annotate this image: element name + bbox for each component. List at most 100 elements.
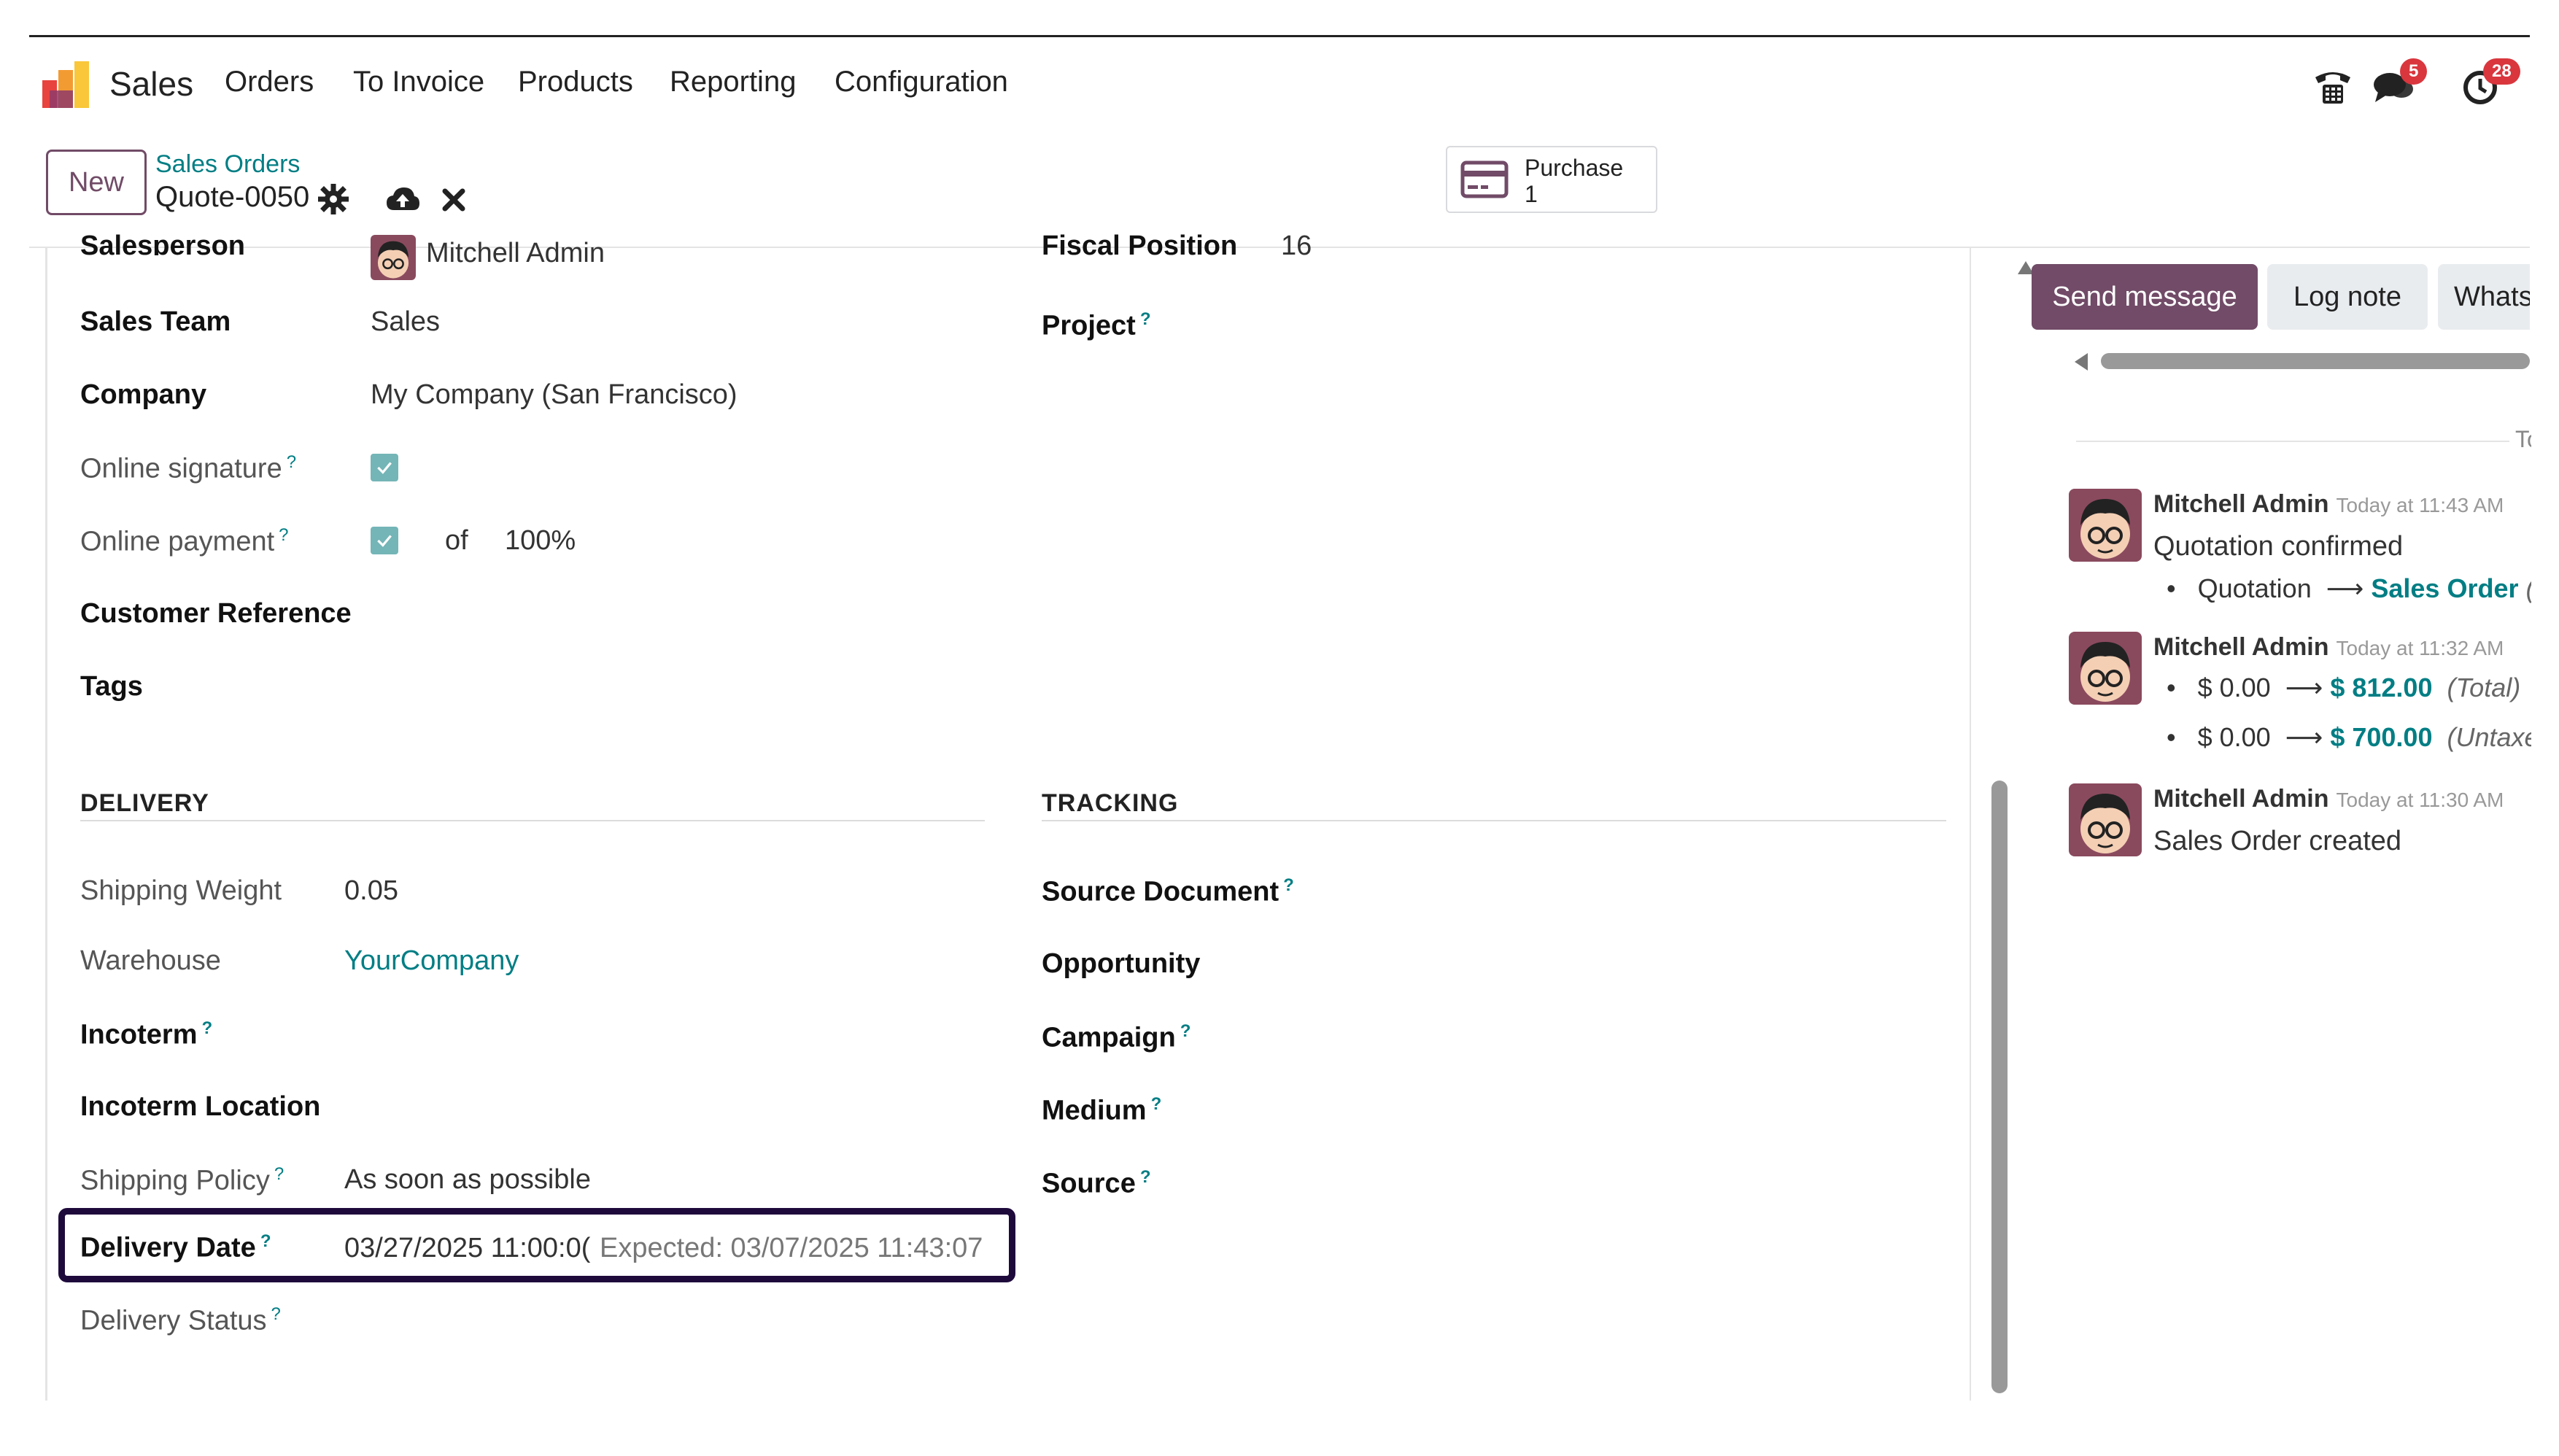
message-time: Today at 11:30 AM [2336, 789, 2504, 811]
help-tooltip-icon[interactable]: ? [201, 1018, 212, 1038]
arrow-right-icon: ⟶ [2326, 573, 2364, 603]
shipping-policy-label: Shipping Policy? [80, 1164, 284, 1197]
cloud-upload-icon[interactable] [385, 184, 420, 214]
fiscal-position-value[interactable]: 16 [1281, 233, 1312, 257]
sales-app-logo-icon[interactable] [42, 61, 93, 108]
medium-text: Medium [1042, 1095, 1147, 1126]
company-value[interactable]: My Company (San Francisco) [371, 379, 737, 411]
author-name[interactable]: Mitchell Admin [2153, 633, 2329, 661]
shipping-policy-text: Shipping Policy [80, 1165, 270, 1196]
help-tooltip-icon[interactable]: ? [1283, 875, 1294, 895]
scroll-left-arrow-icon[interactable] [2073, 352, 2089, 372]
activities-badge: 28 [2483, 58, 2520, 85]
online-payment-label: Online payment? [80, 525, 289, 558]
online-payment-percent[interactable]: 100% [505, 525, 576, 557]
credit-card-icon [1460, 160, 1509, 198]
online-signature-checkbox[interactable] [371, 454, 398, 481]
incoterm-label: Incoterm? [80, 1018, 212, 1051]
arrow-right-icon: ⟶ [2285, 722, 2323, 752]
help-tooltip-icon[interactable]: ? [271, 1304, 281, 1324]
project-text: Project [1042, 310, 1136, 341]
top-divider [29, 35, 2530, 37]
log-note-button[interactable]: Log note [2267, 264, 2428, 330]
fiscal-position-value-wrap: 16 [1281, 233, 1312, 257]
delivery-section-divider [80, 820, 985, 821]
help-tooltip-icon[interactable]: ? [1180, 1021, 1191, 1041]
arrow-right-icon: ⟶ [2285, 673, 2323, 702]
viewport-right-margin [2531, 0, 2559, 1456]
delivery-date-expected: Expected: 03/07/2025 11:43:07 [600, 1233, 983, 1263]
send-message-button[interactable]: Send message [2032, 264, 2258, 330]
message-author-avatar [2069, 489, 2142, 562]
source-label: Source? [1042, 1167, 1151, 1200]
chatter-horizontal-scrollbar[interactable] [2101, 353, 2530, 369]
breadcrumb-current: Quote-0050 [155, 181, 310, 213]
message-author-avatar [2069, 783, 2142, 856]
menu-configuration[interactable]: Configuration [835, 66, 1008, 98]
message-author: Mitchell Admin Today at 11:43 AM [2153, 490, 2504, 519]
change-old-value: $ 0.00 [2197, 722, 2271, 752]
whatsapp-button[interactable]: WhatsA [2438, 264, 2530, 330]
new-button[interactable]: New [46, 150, 147, 215]
help-tooltip-icon[interactable]: ? [1140, 1167, 1151, 1187]
online-payment-of: of [445, 525, 468, 556]
form-sheet-left-border [45, 248, 47, 1401]
messages-badge: 5 [2400, 58, 2428, 85]
delivery-status-text: Delivery Status [80, 1305, 267, 1336]
help-tooltip-icon[interactable]: ? [287, 452, 296, 472]
discard-close-icon[interactable] [442, 188, 465, 212]
delivery-date-input[interactable]: 03/27/2025 11:00:0( [344, 1233, 592, 1264]
delivery-date-label: Delivery Date? [80, 1231, 271, 1264]
menu-to-invoice[interactable]: To Invoice [353, 66, 484, 98]
message-time: Today at 11:32 AM [2336, 637, 2504, 659]
tracking-change: • $ 0.00 ⟶ $ 812.00 (Total) [2167, 673, 2521, 702]
avatar-face-icon [2080, 499, 2130, 559]
change-old-value: $ 0.00 [2197, 673, 2271, 702]
menu-reporting[interactable]: Reporting [670, 66, 796, 98]
checkmark-icon [377, 462, 392, 474]
help-tooltip-icon[interactable]: ? [260, 1231, 271, 1251]
change-new-value: $ 812.00 [2330, 673, 2433, 702]
help-tooltip-icon[interactable]: ? [1151, 1094, 1162, 1114]
purchase-smart-count: 1 [1525, 181, 1538, 207]
author-name[interactable]: Mitchell Admin [2153, 785, 2329, 813]
today-divider-line [2076, 441, 2543, 442]
purchase-smart-label: Purchase [1525, 155, 1624, 181]
viewport-bottom-margin [0, 1422, 2559, 1456]
avatar-face-icon [2080, 642, 2130, 702]
salesperson-avatar [371, 235, 416, 280]
help-tooltip-icon[interactable]: ? [274, 1164, 284, 1184]
shipping-weight-value: 0.05 [344, 875, 398, 906]
message-time: Today at 11:43 AM [2336, 494, 2504, 516]
change-new-value: Sales Order [2371, 573, 2519, 603]
tracking-change: • $ 0.00 ⟶ $ 700.00 (Untaxed [2167, 722, 2554, 752]
menu-orders[interactable]: Orders [225, 66, 314, 98]
online-signature-text: Online signature [80, 453, 282, 484]
app-name[interactable]: Sales [109, 64, 193, 104]
message-author-avatar [2069, 632, 2142, 705]
tags-label: Tags [80, 671, 143, 702]
salesperson-label: Salesperson [80, 233, 245, 255]
customer-reference-label: Customer Reference [80, 598, 352, 629]
delivery-status-label: Delivery Status? [80, 1304, 281, 1337]
menu-products[interactable]: Products [518, 66, 633, 98]
warehouse-label: Warehouse [80, 945, 221, 976]
message-author: Mitchell Admin Today at 11:30 AM [2153, 785, 2504, 813]
help-tooltip-icon[interactable]: ? [279, 525, 288, 545]
gear-icon[interactable] [318, 184, 349, 214]
incoterm-text: Incoterm [80, 1019, 198, 1050]
message-author: Mitchell Admin Today at 11:32 AM [2153, 633, 2504, 662]
shipping-policy-value[interactable]: As soon as possible [344, 1164, 591, 1196]
breadcrumb-sales-orders[interactable]: Sales Orders [155, 150, 300, 179]
author-name[interactable]: Mitchell Admin [2153, 490, 2329, 518]
online-payment-checkbox[interactable] [371, 527, 398, 554]
chatter-vertical-scrollbar[interactable] [1991, 781, 2008, 1393]
salesperson-value[interactable]: Mitchell Admin [426, 238, 605, 269]
online-payment-text: Online payment [80, 526, 275, 557]
message-text: Quotation confirmed [2153, 531, 2404, 562]
phone-icon[interactable] [2311, 66, 2355, 107]
sales-team-value[interactable]: Sales [371, 306, 440, 338]
help-tooltip-icon[interactable]: ? [1140, 309, 1151, 329]
source-text: Source [1042, 1168, 1136, 1199]
warehouse-value[interactable]: YourCompany [344, 945, 519, 977]
